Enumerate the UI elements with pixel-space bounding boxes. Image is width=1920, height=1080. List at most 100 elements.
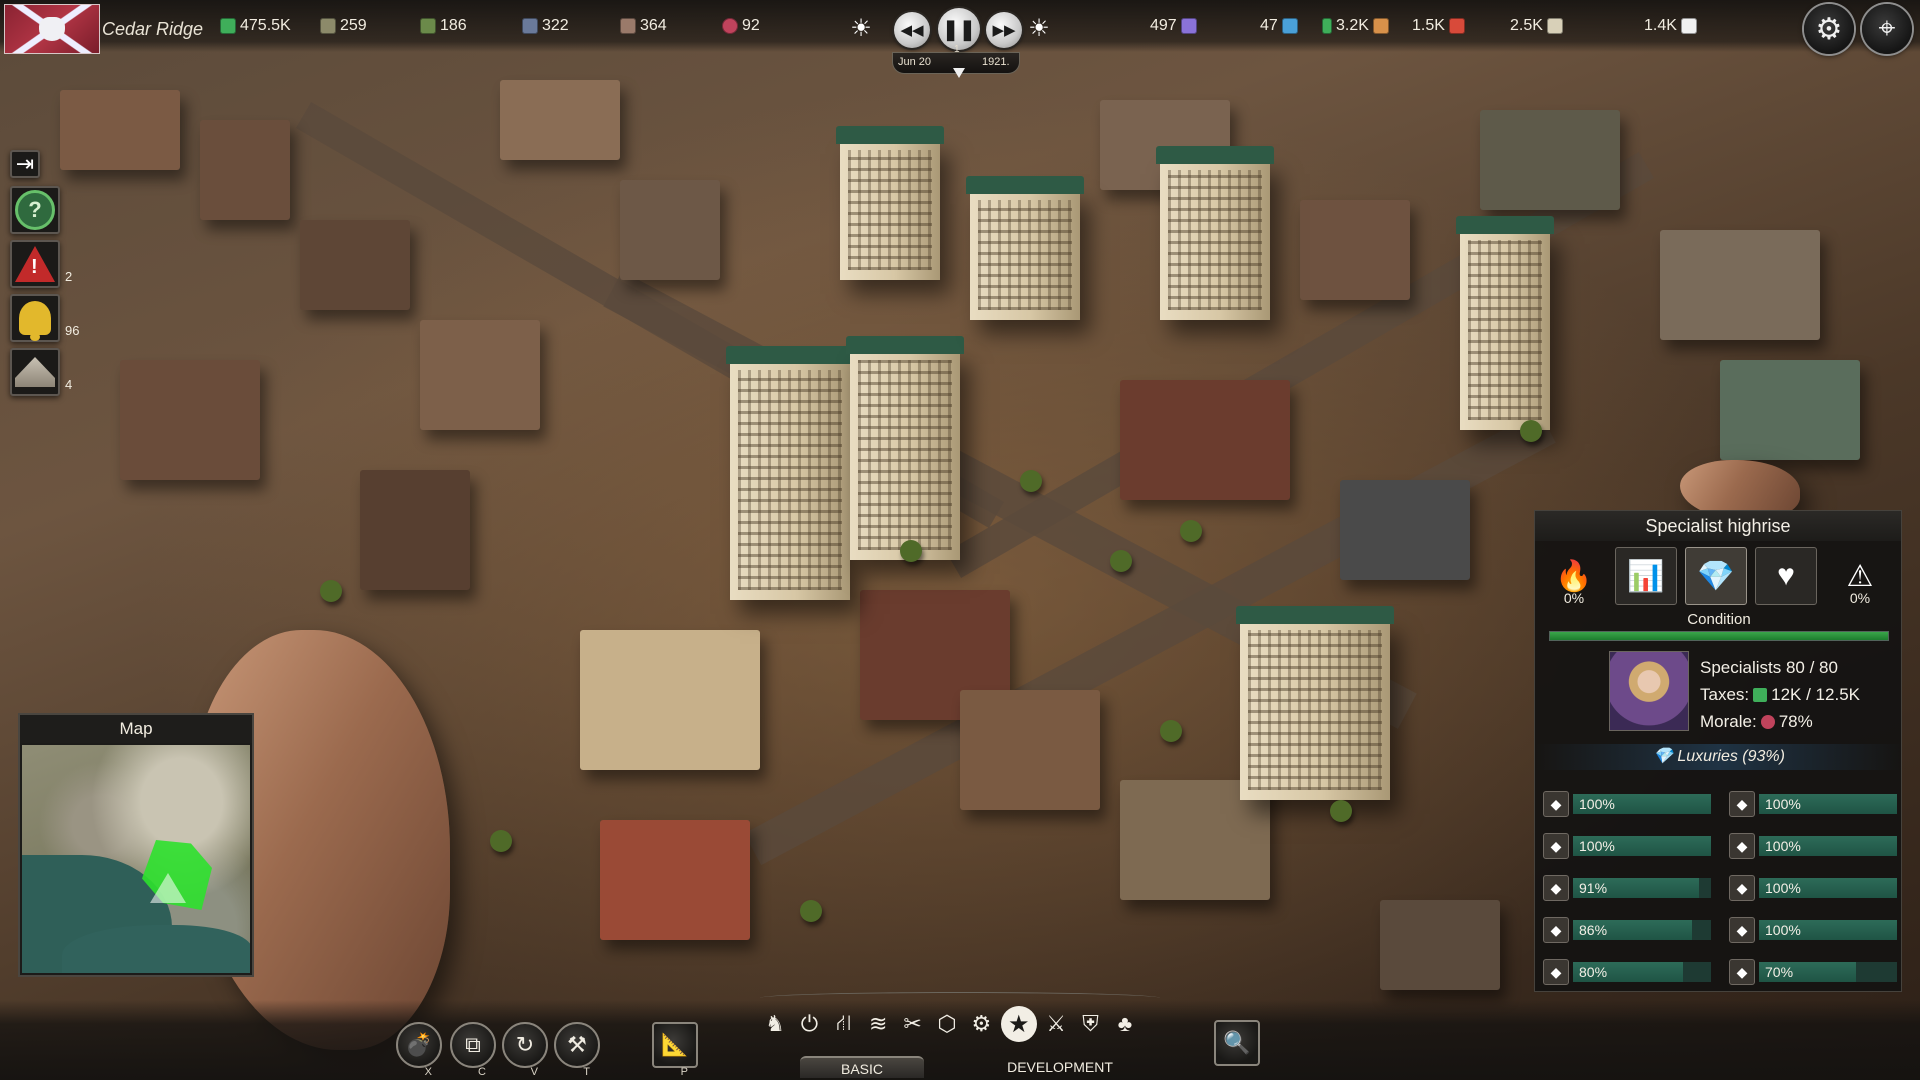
stat-morale[interactable]: 92: [722, 15, 760, 37]
stat-power[interactable]: 497: [1150, 15, 1197, 37]
demolish-tool-button[interactable]: 💣 X: [396, 1022, 442, 1078]
category-water[interactable]: ≋: [863, 1009, 893, 1039]
morale-label: Morale:: [1700, 712, 1757, 731]
building: [600, 820, 750, 940]
stat-value: 3.2K: [1336, 17, 1369, 34]
morale-row: Morale: 78%: [1700, 708, 1860, 735]
luxury-value: 100%: [1765, 922, 1801, 938]
magnifier-icon: 🔍: [1223, 1030, 1251, 1055]
slow-down-button[interactable]: ◀◀: [894, 12, 930, 48]
category-special[interactable]: ★: [1000, 1006, 1037, 1042]
luxury-item[interactable]: ◆ 100%: [1543, 791, 1715, 817]
settings-button[interactable]: ⚙: [1804, 4, 1854, 54]
stat-goods[interactable]: 1.5K: [1412, 15, 1465, 37]
notifications-button[interactable]: 96: [10, 294, 79, 342]
stat-specialists[interactable]: 364: [620, 15, 667, 37]
luxury-item[interactable]: ◆ 100%: [1543, 833, 1715, 859]
star-icon: ★: [1007, 1010, 1030, 1038]
stat-materials[interactable]: 2.5K: [1510, 15, 1563, 37]
specialists-count: Specialists 80 / 80: [1700, 658, 1838, 677]
tree: [1020, 470, 1042, 492]
tools-icon: ✂: [903, 1011, 922, 1036]
crosshair-icon: ⌖: [1878, 12, 1896, 45]
rotate-icon: ↻: [515, 1032, 535, 1057]
luxury-item[interactable]: ◆ 100%: [1729, 917, 1901, 943]
luxury-bar: 100%: [1759, 836, 1897, 856]
stat-water[interactable]: 47: [1260, 15, 1298, 37]
category-power[interactable]: ⏻: [794, 1009, 824, 1039]
category-services[interactable]: ⛨: [1076, 1009, 1106, 1039]
road-icon: ⛙: [836, 1009, 852, 1035]
stat-value: 2.5K: [1510, 17, 1543, 34]
upgrade-tool-button[interactable]: ⚒ T: [554, 1022, 600, 1078]
building: [1340, 480, 1470, 580]
building: [1480, 110, 1620, 210]
top-bar: Cedar Ridge 475.5K 259 186 322 364 92 ☀ …: [0, 0, 1920, 78]
tree: [1520, 420, 1542, 442]
luxury-value: 86%: [1579, 922, 1608, 938]
luxury-item[interactable]: ◆ 80%: [1543, 959, 1715, 985]
luxury-bar: 100%: [1759, 878, 1897, 898]
condition-bar: [1549, 631, 1889, 641]
events-button[interactable]: 4: [10, 348, 72, 396]
minimap-view[interactable]: [22, 745, 250, 973]
tree: [1110, 550, 1132, 572]
luxury-value: 100%: [1765, 880, 1801, 896]
stat-value: 1.5K: [1412, 17, 1445, 34]
condition-fill: [1550, 632, 1888, 640]
materials-icon: [1546, 18, 1563, 34]
highrise: [1236, 606, 1394, 800]
shield-icon: ⛨: [1082, 1011, 1099, 1036]
luxury-item[interactable]: ◆ 100%: [1729, 875, 1901, 901]
plug-icon: ⏻: [800, 1011, 819, 1036]
stat-value: 92: [742, 17, 760, 34]
luxury-item[interactable]: ◆ 91%: [1543, 875, 1715, 901]
minimap[interactable]: Map: [18, 713, 254, 977]
stat-value: 186: [440, 17, 467, 34]
luxury-item[interactable]: ◆ 100%: [1729, 833, 1901, 859]
crime-pct: 0%: [1849, 590, 1871, 606]
city-name[interactable]: Cedar Ridge: [102, 19, 203, 40]
stat-workers[interactable]: 259: [320, 15, 367, 37]
rotate-tool-button[interactable]: ↻ V: [502, 1022, 548, 1078]
building: [360, 470, 470, 590]
building: [1660, 230, 1820, 340]
luxury-item[interactable]: ◆ 86%: [1543, 917, 1715, 943]
speed-up-button[interactable]: ▶▶: [986, 12, 1022, 48]
stat-paper[interactable]: 1.4K: [1644, 15, 1697, 37]
tab-basic[interactable]: BASIC: [800, 1056, 924, 1078]
city-flag-icon[interactable]: [4, 4, 100, 54]
stat-farmers[interactable]: 186: [420, 15, 467, 37]
tree: [800, 900, 822, 922]
build-categories: ♞ ⏻ ⛙ ≋ ✂ ⬡ ⚙ ★ ⚔ ⛨ ♣: [760, 1004, 1140, 1044]
help-button[interactable]: ?: [10, 186, 60, 234]
hotkey: P: [680, 1066, 688, 1078]
date-label: Jun 20: [898, 56, 932, 68]
exit-button[interactable]: ⇥: [10, 150, 40, 178]
tab-statistics[interactable]: 📊: [1615, 547, 1677, 605]
category-industry[interactable]: ✂: [898, 1009, 928, 1039]
category-production[interactable]: ⚙: [966, 1009, 996, 1039]
luxury-item[interactable]: ◆ 100%: [1729, 791, 1901, 817]
target-button[interactable]: ⌖: [1862, 4, 1912, 54]
tab-health[interactable]: ♥: [1755, 547, 1817, 605]
alerts-button[interactable]: ! 2: [10, 240, 72, 288]
stat-food[interactable]: 3.2K: [1322, 15, 1389, 37]
highrise: [1456, 216, 1554, 430]
inspect-button[interactable]: 🔍: [1214, 1020, 1260, 1066]
category-crafts[interactable]: ⚔: [1041, 1009, 1071, 1039]
stat-money[interactable]: 475.5K: [220, 15, 291, 37]
luxury-item[interactable]: ◆ 70%: [1729, 959, 1901, 985]
luxury-bar: 100%: [1573, 794, 1711, 814]
building: [300, 220, 410, 310]
stat-engineers[interactable]: 322: [522, 15, 569, 37]
tab-development[interactable]: DEVELOPMENT: [990, 1056, 1130, 1078]
category-storage[interactable]: ⬡: [932, 1009, 962, 1039]
copy-tool-button[interactable]: ⧉ C: [450, 1022, 496, 1078]
category-farming[interactable]: ♞: [760, 1009, 790, 1039]
category-decor[interactable]: ♣: [1110, 1009, 1140, 1039]
category-roads[interactable]: ⛙: [829, 1009, 859, 1039]
tab-luxuries[interactable]: 💎: [1685, 547, 1747, 605]
luxury-bar: 80%: [1573, 962, 1711, 982]
plan-tool-button[interactable]: 📐 P: [652, 1022, 698, 1078]
